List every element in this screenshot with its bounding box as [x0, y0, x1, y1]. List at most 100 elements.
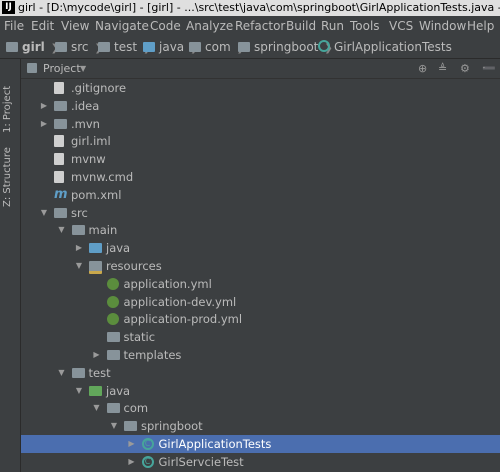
- expand-arrow-icon[interactable]: ▼: [57, 221, 67, 239]
- folder-icon: [98, 42, 110, 52]
- breadcrumb-label: girl: [22, 40, 45, 54]
- tree-item[interactable]: ▶ .mvn: [21, 115, 500, 133]
- collapse-arrow-icon[interactable]: ▶: [39, 97, 49, 115]
- yml-icon: [106, 295, 119, 308]
- menu-code[interactable]: Code: [150, 16, 181, 36]
- collapse-arrow-icon[interactable]: ▶: [74, 239, 84, 257]
- menu-tools[interactable]: Tools: [350, 16, 380, 36]
- tree-item-label: test: [88, 365, 111, 380]
- folder-icon: [71, 225, 85, 236]
- folder-icon: [71, 367, 85, 378]
- breadcrumb-girl[interactable]: girl❯: [6, 36, 59, 58]
- gear-icon[interactable]: ⚙: [460, 59, 470, 78]
- tree-item-label: application-prod.yml: [123, 312, 243, 327]
- tree-item[interactable]: ▼ test: [21, 364, 500, 382]
- tree-item[interactable]: ▶ templates: [21, 346, 500, 364]
- tree-item-label: .idea: [71, 98, 100, 113]
- menu-run[interactable]: Run: [321, 16, 344, 36]
- resources-folder-icon: [89, 261, 102, 274]
- folder-icon: [54, 118, 67, 129]
- menu-vcs[interactable]: VCS: [389, 16, 413, 36]
- folder-icon: [106, 403, 120, 414]
- breadcrumb-girlapplicationtests[interactable]: GirlApplicationTests: [318, 36, 452, 58]
- expand-arrow-icon[interactable]: ▼: [109, 417, 119, 435]
- tree-item[interactable]: ▶ .idea: [21, 97, 500, 115]
- menu-refactor[interactable]: Refactor: [235, 16, 285, 36]
- file-icon: [54, 171, 64, 183]
- folder-icon: [143, 42, 155, 52]
- tree-item[interactable]: ▶ C GirlApplicationTests: [21, 435, 500, 453]
- tree-item[interactable]: m pom.xml: [21, 186, 500, 204]
- menu-analyze[interactable]: Analyze: [186, 16, 233, 36]
- tree-item[interactable]: ▼ resources: [21, 257, 500, 275]
- navigation-bar: girl❯ src❯ test❯ java❯ com❯ springboot❯ …: [0, 36, 500, 59]
- menu-navigate[interactable]: Navigate: [95, 16, 149, 36]
- expand-arrow-icon[interactable]: ▼: [74, 382, 84, 400]
- tab-project-label: 1: Project: [2, 85, 13, 133]
- tree-item-label: java: [106, 383, 131, 398]
- breadcrumb-src[interactable]: src❯: [55, 36, 103, 58]
- tree-item-label: main: [88, 223, 118, 238]
- tree-item[interactable]: mvnw: [21, 150, 500, 168]
- window-title: girl - [D:\mycode\girl] - [girl] - ...\s…: [18, 1, 500, 14]
- tree-item[interactable]: .gitignore: [21, 79, 500, 97]
- expand-arrow-icon[interactable]: ▼: [39, 204, 49, 222]
- folder-icon: [106, 332, 120, 343]
- project-icon: [27, 63, 37, 73]
- file-icon: [54, 135, 64, 148]
- test-folder-icon: [89, 385, 102, 396]
- tree-item[interactable]: ▼ com: [21, 399, 500, 417]
- breadcrumb-label: springboot: [254, 40, 319, 54]
- tree-item[interactable]: application.yml: [21, 275, 500, 293]
- dropdown-arrow-icon[interactable]: ▼: [80, 59, 86, 78]
- tree-item[interactable]: ▼ java: [21, 382, 500, 400]
- tree-item-label: src: [71, 205, 88, 220]
- yml-icon: [106, 313, 119, 326]
- tree-item[interactable]: application-prod.yml: [21, 310, 500, 328]
- menu-build[interactable]: Build: [286, 16, 316, 36]
- tree-item[interactable]: girl.iml: [21, 132, 500, 150]
- tree-item-label: mvnw: [71, 152, 106, 167]
- menu-view[interactable]: View: [61, 16, 89, 36]
- menu-file[interactable]: File: [4, 16, 24, 36]
- project-panel: Project ▼ ⊕ ≜ ⚙ ➖ .gitignore ▶ .idea ▶ .mvn g…: [21, 59, 500, 472]
- title-bar: IJ girl - [D:\mycode\girl] - [girl] - ..…: [0, 0, 500, 16]
- menu-bar: File Edit View Navigate Code Analyze Ref…: [0, 16, 500, 36]
- tree-item[interactable]: mvnw.cmd: [21, 168, 500, 186]
- tree-item-label: GirlServcieTest: [158, 454, 244, 469]
- tree-item[interactable]: ▶ java: [21, 239, 500, 257]
- breadcrumb-com[interactable]: com❯: [189, 36, 245, 58]
- hide-panel-icon[interactable]: ➖: [482, 59, 496, 78]
- expand-arrow-icon[interactable]: ▼: [57, 364, 67, 382]
- expand-arrow-icon[interactable]: ▼: [74, 257, 84, 275]
- tree-item[interactable]: application-dev.yml: [21, 293, 500, 311]
- collapse-arrow-icon[interactable]: ▶: [127, 453, 137, 471]
- menu-help[interactable]: Help: [467, 16, 494, 36]
- menu-edit[interactable]: Edit: [31, 16, 54, 36]
- tab-project[interactable]: 1: Project: [2, 67, 18, 139]
- folder-icon: [6, 42, 18, 52]
- collapse-arrow-icon[interactable]: ▶: [39, 115, 49, 133]
- tree-item[interactable]: ▼ springboot: [21, 417, 500, 435]
- folder-icon: [106, 350, 120, 360]
- tree-item[interactable]: ▶ C GirlServcieTest: [21, 453, 500, 471]
- collapse-arrow-icon[interactable]: ▶: [127, 435, 137, 453]
- tree-item[interactable]: ▼ main: [21, 221, 500, 239]
- breadcrumb-label: test: [114, 40, 138, 54]
- scroll-from-source-icon[interactable]: ⊕: [418, 59, 427, 78]
- tree-item-label: .mvn: [71, 116, 100, 131]
- expand-arrow-icon[interactable]: ▼: [92, 399, 102, 417]
- collapse-all-icon[interactable]: ≜: [438, 59, 447, 78]
- folder-icon: [55, 42, 67, 52]
- collapse-arrow-icon[interactable]: ▶: [92, 346, 102, 364]
- tree-item-label: resources: [106, 259, 162, 273]
- test-class-icon: C: [141, 455, 154, 468]
- tree-item-label: application-dev.yml: [123, 294, 237, 309]
- menu-window[interactable]: Window: [419, 16, 466, 36]
- tree-item-label: application.yml: [123, 276, 212, 291]
- folder-icon: [124, 421, 137, 432]
- tab-structure[interactable]: Z: Structure: [2, 137, 18, 209]
- tree-item[interactable]: ▼ src: [21, 204, 500, 222]
- tree-item[interactable]: static: [21, 328, 500, 346]
- source-folder-icon: [89, 243, 102, 254]
